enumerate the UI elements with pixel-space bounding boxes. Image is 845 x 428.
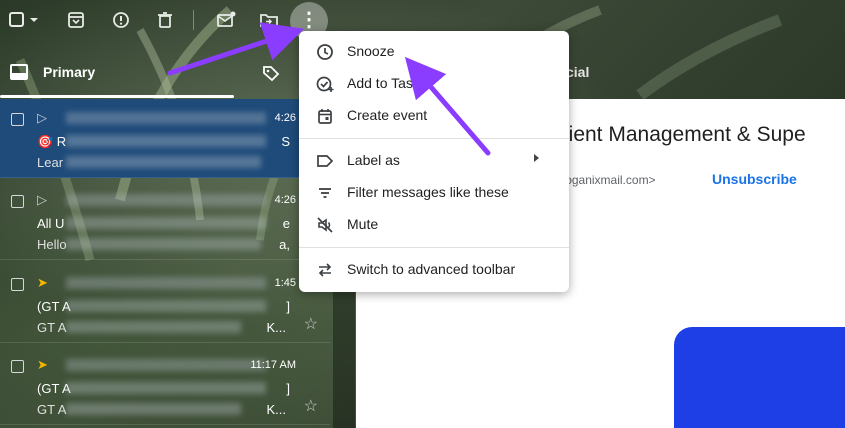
tab-social-label: cial [566, 64, 590, 80]
menu-divider [299, 138, 569, 139]
menu-divider [299, 247, 569, 248]
delete-button[interactable] [154, 9, 176, 31]
more-vert-icon: ⋮ [299, 9, 319, 31]
archive-icon [68, 12, 84, 28]
archive-button[interactable] [65, 9, 87, 31]
sender-name-blurred [66, 277, 266, 289]
menu-item-label: Create event [347, 107, 428, 123]
email-time: 1:45 [274, 277, 296, 289]
email-snippet: GT A [37, 402, 67, 417]
menu-item-label-as[interactable]: Label as [299, 145, 569, 177]
subject-blurred [66, 382, 266, 394]
snippet-blurred [66, 156, 261, 168]
star-icon[interactable]: ☆ [304, 396, 318, 416]
snippet-blurred [66, 238, 261, 250]
tab-promotions[interactable] [262, 64, 280, 87]
mute-icon [317, 217, 333, 233]
email-subject: 🎯 R [37, 134, 67, 149]
email-snippet: Hello [37, 237, 67, 252]
subject-trail: ] [286, 299, 290, 314]
add-task-icon [316, 76, 334, 92]
toolbar-divider [193, 10, 194, 30]
sender-name-blurred [66, 112, 266, 124]
email-banner-image [674, 327, 845, 428]
calendar-event-icon [318, 109, 332, 124]
snippet-blurred [66, 403, 241, 415]
report-spam-icon [113, 12, 129, 28]
subject-trail: e [282, 216, 290, 231]
sender-name-blurred [66, 194, 266, 206]
label-icon [317, 155, 334, 167]
email-row[interactable]: ➤ 1:45 (GT A ] GT A K... ☆ [0, 264, 330, 343]
mark-unread-icon [217, 11, 236, 27]
row-checkbox[interactable] [11, 278, 24, 291]
email-time: 4:26 [274, 194, 296, 206]
switch-arrows-icon [318, 263, 332, 277]
tab-social[interactable]: cial [566, 64, 589, 80]
menu-item-snooze[interactable]: Snooze [299, 36, 569, 68]
menu-item-label: Switch to advanced toolbar [347, 261, 516, 277]
checkbox-icon [9, 12, 24, 27]
menu-item-label: Label as [347, 152, 400, 168]
row-checkbox[interactable] [11, 113, 24, 126]
menu-item-create-event[interactable]: Create event [299, 100, 569, 132]
submenu-arrow-icon [534, 154, 539, 162]
row-checkbox[interactable] [11, 360, 24, 373]
report-spam-button[interactable] [110, 9, 132, 31]
tab-primary-label: Primary [43, 64, 96, 80]
inbox-icon [10, 64, 28, 80]
subject-trail: ] [286, 381, 290, 396]
subject-blurred [66, 217, 266, 229]
tab-active-indicator [0, 95, 234, 98]
filter-icon [319, 188, 331, 198]
select-checkbox[interactable] [6, 9, 28, 31]
row-checkbox[interactable] [11, 195, 24, 208]
snippet-trail: K... [266, 402, 286, 417]
menu-item-filter-messages[interactable]: Filter messages like these [299, 177, 569, 209]
email-title: r Client Management & Supe [536, 123, 806, 146]
snippet-blurred [66, 321, 241, 333]
email-row[interactable]: ▷ 4:26 All U e Hello a, [0, 181, 330, 260]
email-subject: All U [37, 216, 65, 231]
menu-item-mute[interactable]: Mute [299, 209, 569, 241]
subject-trail: S [281, 134, 290, 149]
tab-primary[interactable]: Primary [0, 48, 234, 98]
move-to-button[interactable] [258, 9, 280, 31]
select-dropdown-chevron-icon[interactable] [27, 9, 41, 31]
email-row[interactable]: ▷ 4:26 🎯 R S Lear [0, 99, 330, 178]
snippet-trail: K... [266, 320, 286, 335]
importance-marker-icon[interactable]: ➤ [37, 275, 51, 290]
menu-item-label: Snooze [347, 43, 395, 59]
subject-blurred [66, 300, 266, 312]
menu-item-add-to-tasks[interactable]: Add to Tasks [299, 68, 569, 100]
menu-item-label: Mute [347, 216, 379, 232]
sender-name-blurred [66, 359, 266, 371]
importance-marker-icon[interactable]: ➤ [37, 357, 51, 372]
importance-marker-icon[interactable]: ▷ [37, 192, 51, 207]
mark-unread-button[interactable] [215, 9, 237, 31]
importance-marker-icon[interactable]: ▷ [37, 110, 51, 125]
more-options-menu: Snooze Add to Tasks Create event Label a… [299, 31, 569, 292]
unsubscribe-link[interactable]: Unsubscribe [712, 171, 797, 187]
email-time: 11:17 AM [250, 359, 296, 371]
clock-icon [317, 44, 333, 60]
trash-icon [158, 12, 172, 28]
email-row[interactable]: ➤ 11:17 AM (GT A ] GT A K... ☆ [0, 346, 330, 425]
menu-item-label: Add to Tasks [347, 75, 427, 91]
tag-icon [263, 66, 280, 82]
menu-item-switch-advanced-toolbar[interactable]: Switch to advanced toolbar [299, 254, 569, 286]
snippet-trail: a, [279, 237, 290, 252]
star-icon[interactable]: ☆ [304, 314, 318, 334]
email-snippet: GT A [37, 320, 67, 335]
move-to-folder-icon [260, 14, 278, 27]
subject-blurred [66, 135, 266, 147]
email-time: 4:26 [274, 112, 296, 124]
menu-item-label: Filter messages like these [347, 184, 509, 200]
email-snippet: Lear [37, 155, 64, 170]
